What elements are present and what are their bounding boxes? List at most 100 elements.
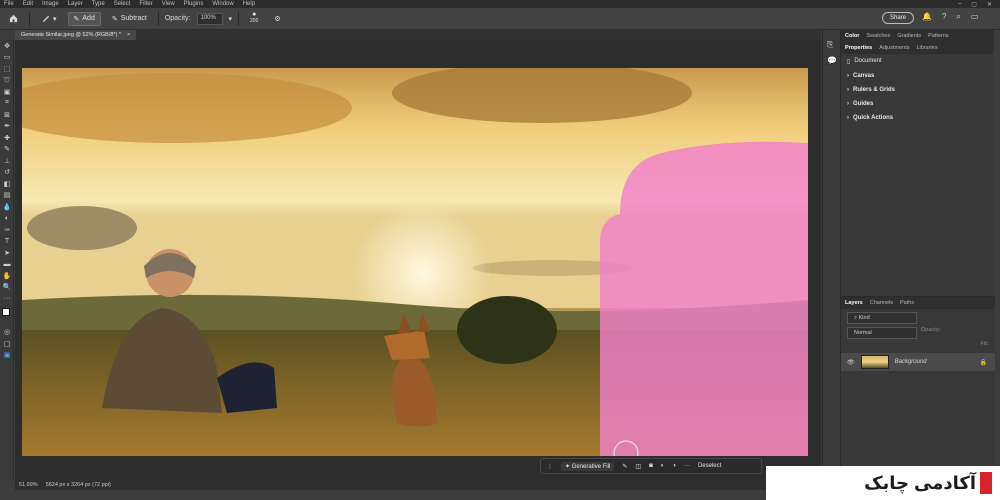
spot-healing-tool-icon[interactable]: ✚ xyxy=(0,132,14,144)
menu-item-file[interactable]: File xyxy=(4,1,14,7)
rectangle-tool-icon[interactable]: ▬ xyxy=(0,259,14,271)
layer-opacity-label: Opacity: xyxy=(921,327,942,333)
menu-item-image[interactable]: Image xyxy=(42,1,59,7)
move-tool-icon[interactable]: ✥ xyxy=(0,40,14,52)
menu-item-select[interactable]: Select xyxy=(114,1,131,7)
more-options-button[interactable]: ··· xyxy=(684,463,690,469)
tab-swatches[interactable]: Swatches xyxy=(866,33,890,39)
notification-icon[interactable]: 🔔 xyxy=(922,12,932,22)
generative-selection-mask[interactable] xyxy=(600,141,808,456)
tree xyxy=(457,296,557,364)
eraser-tool-icon[interactable]: ◧ xyxy=(0,178,14,190)
pen-tool-icon[interactable]: ✑ xyxy=(0,224,14,236)
menu-item-filter[interactable]: Filter xyxy=(139,1,152,7)
menu-item-plugins[interactable]: Plugins xyxy=(184,1,204,7)
menu-item-view[interactable]: View xyxy=(162,1,175,7)
brush-tool-icon[interactable]: ✎ xyxy=(0,144,14,156)
settings-button[interactable]: ⚙ xyxy=(269,12,285,26)
subtract-button[interactable]: ✎ Subtract xyxy=(107,12,152,26)
document-tab[interactable]: Generate Similar.jpeg @ 52% (RGB/8*) * × xyxy=(15,30,137,40)
blur-tool-icon[interactable]: 💧 xyxy=(0,201,14,213)
menu-item-help[interactable]: Help xyxy=(243,1,255,7)
frame-tool-icon[interactable]: ⊠ xyxy=(0,109,14,121)
tab-paths[interactable]: Paths xyxy=(900,300,914,306)
clone-stamp-tool-icon[interactable]: ⊥ xyxy=(0,155,14,167)
search-icon[interactable]: ⌕ xyxy=(956,12,960,22)
history-brush-tool-icon[interactable]: ↺ xyxy=(0,167,14,179)
brush-edit-icon[interactable]: ✎ xyxy=(622,463,627,470)
image-canvas[interactable] xyxy=(22,68,808,456)
close-icon[interactable]: × xyxy=(127,30,130,40)
transform-icon[interactable]: ◐ xyxy=(661,463,665,469)
zoom-level[interactable]: 51.99% xyxy=(19,480,38,490)
hand-tool-icon[interactable]: ✋ xyxy=(0,270,14,282)
menu-item-edit[interactable]: Edit xyxy=(23,1,33,7)
tab-properties[interactable]: Properties xyxy=(845,45,872,51)
fill-row: Fill: xyxy=(841,339,995,349)
color-swatches[interactable] xyxy=(0,305,13,327)
section-guides[interactable]: › Guides xyxy=(841,97,994,111)
invert-selection-icon[interactable]: ◫ xyxy=(635,463,641,470)
eyedropper-tool-icon[interactable]: ✒ xyxy=(0,121,14,133)
tab-layers[interactable]: Layers xyxy=(845,300,863,306)
deselect-button[interactable]: Deselect xyxy=(698,463,721,469)
section-rulers-grids[interactable]: › Rulers & Grids xyxy=(841,83,994,97)
close-window-button[interactable]: ✕ xyxy=(987,1,992,8)
section-canvas[interactable]: › Canvas xyxy=(841,69,994,83)
share-button[interactable]: Share xyxy=(882,12,914,24)
dodge-tool-icon[interactable]: ◐ xyxy=(0,213,14,225)
layer-fill-label: Fill: xyxy=(980,341,989,347)
layer-kind-filter[interactable]: ⌕ Kind xyxy=(847,312,917,324)
history-icon[interactable]: ⎘ xyxy=(827,40,840,50)
blend-mode-select[interactable]: Normal xyxy=(847,327,917,339)
tab-color[interactable]: Color xyxy=(845,33,859,39)
type-tool-icon[interactable]: T xyxy=(0,236,14,248)
zoom-tool-icon[interactable]: 🔍 xyxy=(0,282,14,294)
layers-panel-tabs: Layers Channels Paths xyxy=(841,297,995,309)
marquee-tool-icon[interactable]: ⬚ xyxy=(0,63,14,75)
menu-item-type[interactable]: Type xyxy=(92,1,105,7)
screen-mode-icon[interactable]: ▢ xyxy=(0,338,14,350)
drag-handle-icon[interactable]: ⋮ xyxy=(547,463,553,470)
menu-item-layer[interactable]: Layer xyxy=(68,1,83,7)
brush-preset-button[interactable]: ▾ xyxy=(36,12,62,26)
opacity-field[interactable]: 100% xyxy=(196,12,223,25)
eye-icon[interactable]: 👁 xyxy=(847,359,855,366)
divider xyxy=(157,11,159,26)
tab-gradients[interactable]: Gradients xyxy=(897,33,921,39)
document-tab-bar: Generate Similar.jpeg @ 52% (RGB/8*) * × xyxy=(15,30,821,40)
layer-row-background[interactable]: 👁 Background 🔒 xyxy=(841,353,995,371)
minimize-button[interactable]: – xyxy=(958,1,961,8)
generative-icon[interactable]: ▣ xyxy=(0,350,14,362)
quick-mask-icon[interactable]: ◎ xyxy=(0,327,14,339)
mask-icon[interactable]: ◙ xyxy=(649,463,653,469)
brush-add-icon: ✎ xyxy=(73,15,80,23)
workspace-icon[interactable]: ▭ xyxy=(971,12,979,22)
menu-item-window[interactable]: Window xyxy=(212,1,233,7)
tab-patterns[interactable]: Patterns xyxy=(928,33,948,39)
section-quick-actions[interactable]: › Quick Actions xyxy=(841,111,994,125)
maximize-button[interactable]: ▢ xyxy=(971,1,977,8)
opacity-label: Opacity: xyxy=(164,15,191,22)
comments-icon[interactable]: 💬 xyxy=(827,56,840,65)
window-controls: – ▢ ✕ xyxy=(958,1,1000,8)
brush-size-button[interactable]: ● 200 xyxy=(245,11,263,26)
artboard-tool-icon[interactable]: ▭ xyxy=(0,52,14,64)
more-tools-icon[interactable]: ··· xyxy=(0,293,14,305)
path-selection-tool-icon[interactable]: ➤ xyxy=(0,247,14,259)
crop-tool-icon[interactable]: ⌗ xyxy=(0,98,14,110)
fill-icon[interactable]: ◑ xyxy=(672,463,676,469)
generative-fill-button[interactable]: ✦ Generative Fill xyxy=(561,461,615,471)
gradient-tool-icon[interactable]: ▤ xyxy=(0,190,14,202)
chevron-down-icon[interactable]: ▾ xyxy=(229,15,233,23)
help-icon[interactable]: ? xyxy=(942,12,946,22)
object-selection-tool-icon[interactable]: ▣ xyxy=(0,86,14,98)
tab-libraries[interactable]: Libraries xyxy=(916,45,937,51)
chevron-down-icon: ▾ xyxy=(53,15,57,23)
foreground-color-swatch[interactable] xyxy=(2,307,10,316)
lasso-tool-icon[interactable]: ➰ xyxy=(0,75,14,87)
home-button[interactable] xyxy=(4,12,23,26)
tab-adjustments[interactable]: Adjustments xyxy=(879,45,909,51)
add-button[interactable]: ✎ Add xyxy=(67,11,101,26)
tab-channels[interactable]: Channels xyxy=(870,300,893,306)
